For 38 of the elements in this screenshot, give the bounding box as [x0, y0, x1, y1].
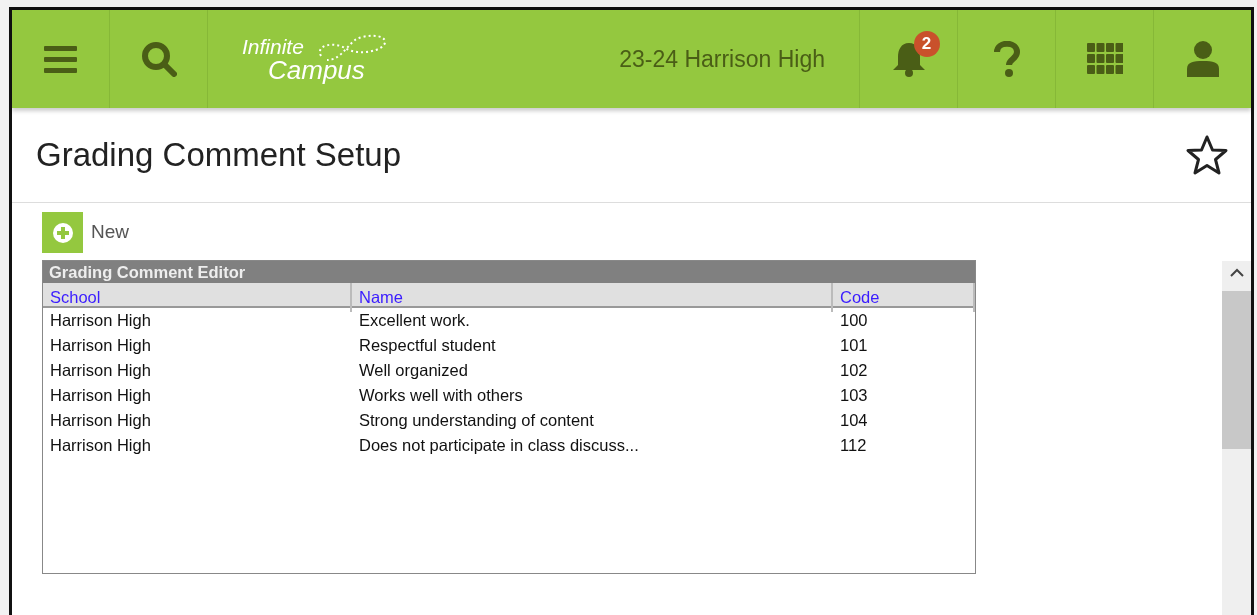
table-cell-text: Strong understanding of content — [358, 410, 595, 432]
table-cell-text: 104 — [839, 410, 869, 432]
notifications-button[interactable]: 2 — [859, 10, 957, 108]
logo: Infinite Campus — [208, 10, 564, 108]
table-cell-text: Harrison High — [49, 310, 152, 332]
table-cell-text: Harrison High — [49, 360, 152, 382]
column-header[interactable]: Code — [833, 283, 975, 312]
table-cell-text: Harrison High — [49, 435, 152, 457]
table-cell-text: 102 — [839, 360, 869, 382]
search-icon — [140, 41, 177, 77]
page-title: Grading Comment Setup — [36, 135, 401, 175]
table-cell-text: Works well with others — [358, 385, 524, 407]
table-cell-text: Excellent work. — [358, 310, 471, 332]
table-cell-text: 101 — [839, 335, 869, 357]
table-cell-text: Harrison High — [49, 385, 152, 407]
table-cell-text: Respectful student — [358, 335, 497, 357]
notification-count-badge: 2 — [913, 31, 940, 57]
new-button[interactable]: New — [42, 212, 129, 253]
table-cell-text: 100 — [839, 310, 869, 332]
table-cell-text: Does not participate in class discuss... — [358, 435, 640, 457]
scroll-up-icon — [1230, 268, 1244, 277]
question-mark-icon — [993, 41, 1020, 77]
scrollbar-thumb[interactable] — [1222, 291, 1251, 449]
scrollbar[interactable] — [1222, 261, 1251, 615]
editor-title: Grading Comment Editor — [43, 261, 975, 283]
school-year-context[interactable]: 23-24 Harrison High — [619, 41, 825, 77]
person-icon — [1186, 41, 1219, 77]
table-cell-text: Well organized — [358, 360, 469, 382]
favorite-star-button[interactable] — [1185, 134, 1229, 176]
table-cell-text: Harrison High — [49, 410, 152, 432]
menu-icon — [44, 45, 77, 73]
app-grid-icon — [1086, 43, 1123, 75]
table-cell-text: Harrison High — [49, 335, 152, 357]
table-cell-text: 103 — [839, 385, 869, 407]
plus-circle-icon — [51, 221, 74, 244]
column-header[interactable]: Name — [352, 283, 833, 312]
column-header[interactable]: School — [43, 283, 352, 312]
table-cell-text: 112 — [839, 435, 868, 457]
